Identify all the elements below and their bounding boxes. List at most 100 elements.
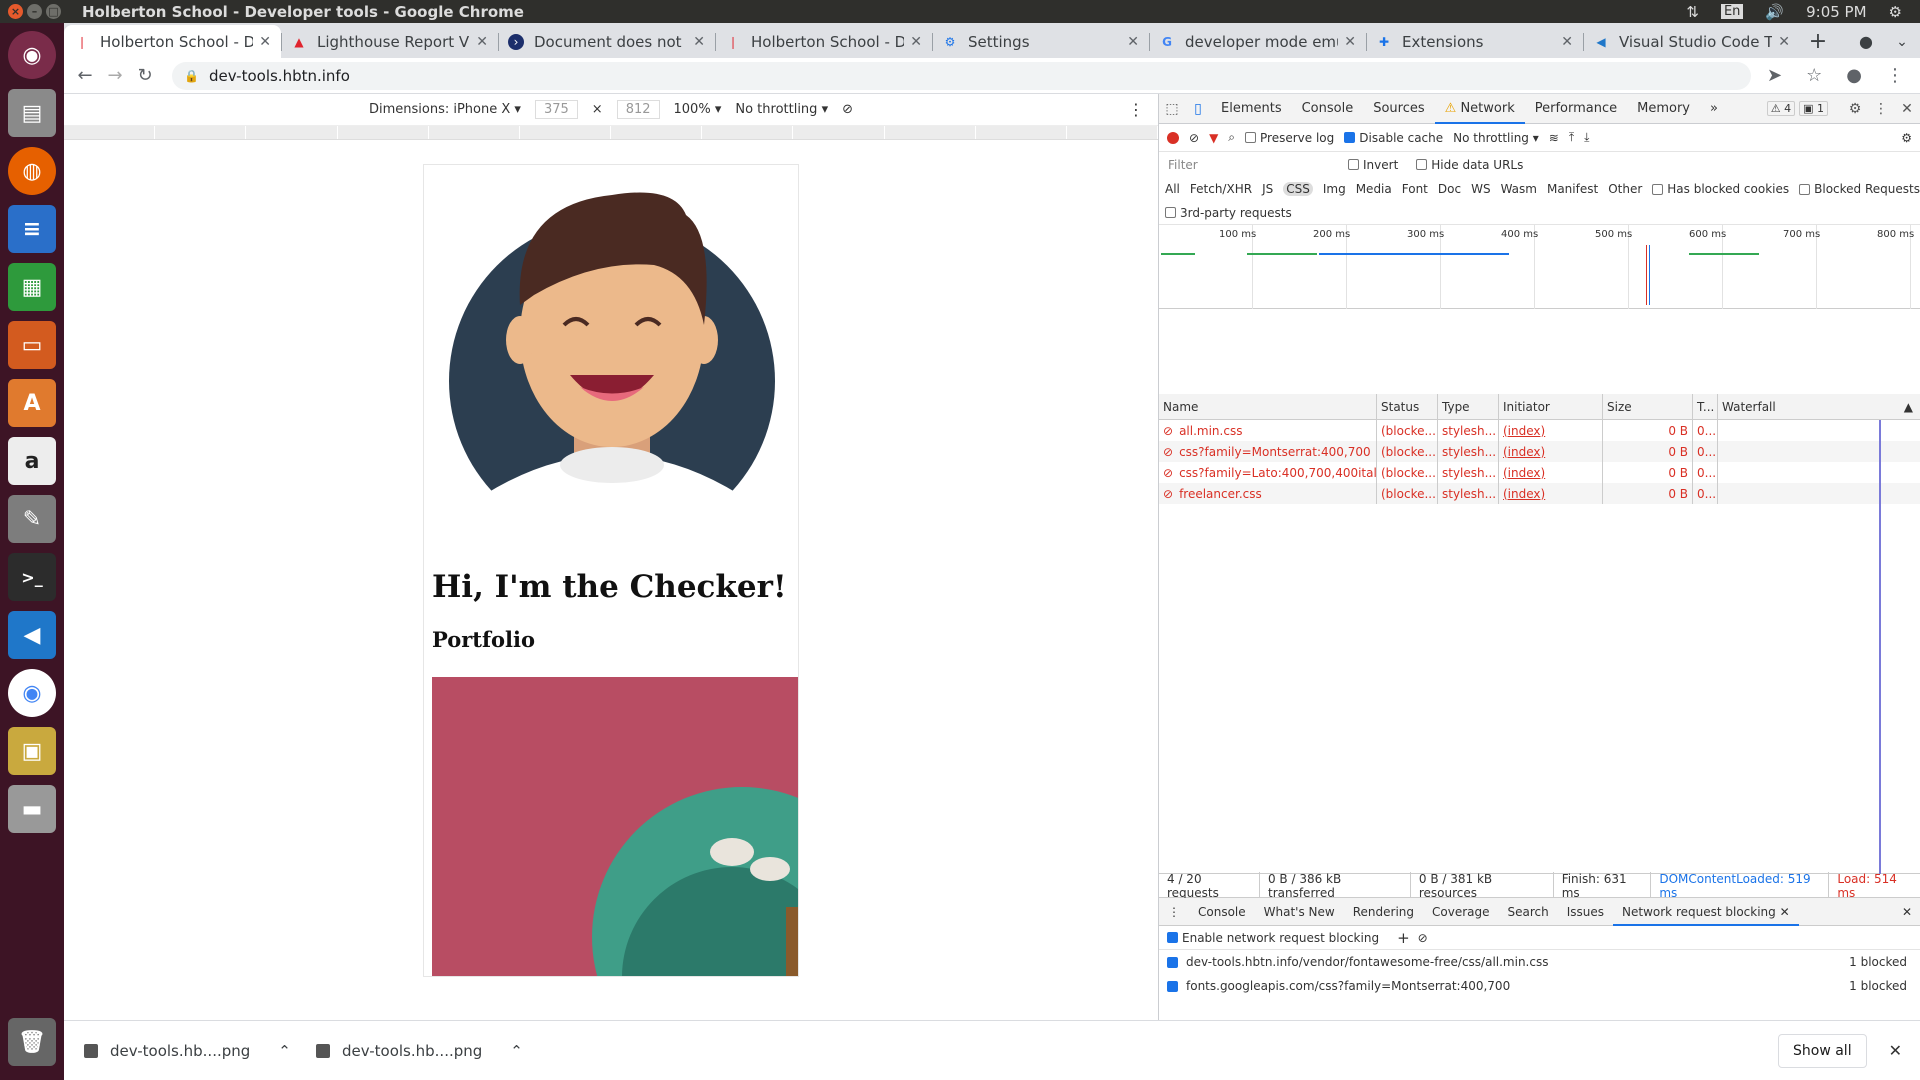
checkbox-box[interactable]: [1167, 956, 1178, 968]
type-img[interactable]: Img: [1323, 182, 1346, 196]
zoom-select[interactable]: 100% ▾: [674, 102, 722, 117]
amazon-icon[interactable]: a: [8, 437, 56, 485]
tab-google[interactable]: Gdeveloper mode emul ✕: [1149, 25, 1366, 58]
type-media[interactable]: Media: [1356, 182, 1392, 196]
table-row[interactable]: ⊘ css?family=Lato:400,700,400itali... (bl…: [1159, 462, 1920, 483]
drawer-tab-coverage[interactable]: Coverage: [1423, 898, 1499, 926]
type-fetch[interactable]: Fetch/XHR: [1190, 182, 1252, 196]
chrome-icon[interactable]: ◉: [8, 669, 56, 717]
settings-icon[interactable]: ⚙: [1842, 101, 1868, 117]
row-initiator-link[interactable]: (index): [1499, 483, 1603, 504]
menu-icon[interactable]: ⋮: [1886, 65, 1904, 86]
filter-input[interactable]: Filter: [1165, 155, 1330, 174]
invert-checkbox[interactable]: Invert: [1348, 158, 1398, 172]
forward-icon[interactable]: →: [100, 65, 130, 86]
impress-icon[interactable]: ▭: [8, 321, 56, 369]
blocked-pattern[interactable]: fonts.googleapis.com/css?family=Montserr…: [1159, 974, 1920, 998]
back-icon[interactable]: ←: [70, 65, 100, 86]
minimize-window-button[interactable]: –: [27, 4, 42, 19]
close-tab-icon[interactable]: ✕: [1778, 34, 1790, 50]
files-icon[interactable]: ▤: [8, 89, 56, 137]
chevron-down-icon[interactable]: ⌄: [1884, 25, 1920, 58]
close-tab-icon[interactable]: ✕: [1561, 34, 1573, 50]
checkbox-box[interactable]: [1167, 980, 1178, 992]
tab-holberton-active[interactable]: ❘ Holberton School - De ✕: [64, 25, 281, 58]
blocked-cookies-checkbox[interactable]: Has blocked cookies: [1652, 182, 1789, 196]
close-drawer-icon[interactable]: ✕: [1893, 898, 1920, 926]
calc-icon[interactable]: ▦: [8, 263, 56, 311]
star-icon[interactable]: ☆: [1806, 65, 1822, 86]
keyboard-language[interactable]: En: [1720, 4, 1744, 19]
wifi-icon[interactable]: ≋: [1549, 131, 1559, 145]
kebab-menu-icon[interactable]: ⋮: [1868, 101, 1894, 117]
tab-console[interactable]: Console: [1292, 94, 1364, 124]
tab-memory[interactable]: Memory: [1627, 94, 1700, 124]
tab-holberton-2[interactable]: ❘ Holberton School - De ✕: [715, 25, 932, 58]
tab-elements[interactable]: Elements: [1211, 94, 1292, 124]
close-icon[interactable]: ✕: [1780, 905, 1790, 919]
network-throttle-select[interactable]: No throttling ▾: [1453, 131, 1539, 145]
third-party-checkbox[interactable]: 3rd-party requests: [1165, 206, 1292, 220]
tab-vscode[interactable]: ◀ Visual Studio Code Tip ✕: [1583, 25, 1800, 58]
tab-extensions[interactable]: ✚ Extensions ✕: [1366, 25, 1583, 58]
system-settings-icon[interactable]: ✎: [8, 495, 56, 543]
image-viewer-icon[interactable]: ▣: [8, 727, 56, 775]
tab-document[interactable]: › Document does not ha ✕: [498, 25, 715, 58]
tab-network[interactable]: ⚠ Network: [1434, 94, 1525, 124]
col-name[interactable]: Name: [1159, 394, 1377, 419]
firefox-icon[interactable]: ◍: [8, 147, 56, 195]
search-icon[interactable]: ⌕: [1228, 130, 1235, 145]
address-bar[interactable]: 🔒 dev-tools.hbtn.info: [172, 61, 1752, 90]
device-select[interactable]: Dimensions: iPhone X ▾: [369, 102, 521, 117]
reload-icon[interactable]: ↻: [130, 65, 160, 86]
device-toggle-icon[interactable]: ▯: [1185, 101, 1211, 117]
drawer-tab-rendering[interactable]: Rendering: [1344, 898, 1423, 926]
col-type[interactable]: Type: [1438, 394, 1499, 419]
tab-sources[interactable]: Sources: [1363, 94, 1434, 124]
type-doc[interactable]: Doc: [1438, 182, 1461, 196]
table-row[interactable]: ⊘ css?family=Montserrat:400,700 (blocke..…: [1159, 441, 1920, 462]
type-wasm[interactable]: Wasm: [1501, 182, 1537, 196]
tab-performance[interactable]: Performance: [1525, 94, 1627, 124]
send-icon[interactable]: ➤: [1767, 65, 1782, 86]
table-row[interactable]: ⊘ freelancer.css (blocke... stylesh... (i…: [1159, 483, 1920, 504]
row-initiator-link[interactable]: (index): [1499, 420, 1603, 441]
drawer-tab-issues[interactable]: Issues: [1558, 898, 1613, 926]
drawer-tab-console[interactable]: Console: [1189, 898, 1255, 926]
clear-icon[interactable]: ⊘: [1189, 131, 1199, 145]
media-query-ruler[interactable]: [64, 126, 1159, 140]
type-ws[interactable]: WS: [1471, 182, 1490, 196]
disable-cache-checkbox[interactable]: Disable cache: [1344, 131, 1443, 145]
clear-patterns-icon[interactable]: ⊘: [1418, 931, 1428, 945]
vscode-icon[interactable]: ◀: [8, 611, 56, 659]
type-js[interactable]: JS: [1262, 182, 1273, 196]
network-settings-icon[interactable]: ⚙: [1901, 131, 1912, 145]
software-center-icon[interactable]: A: [8, 379, 56, 427]
more-options-icon[interactable]: ⋮: [1128, 100, 1144, 119]
col-time[interactable]: T...: [1693, 394, 1718, 419]
rotate-icon[interactable]: ⊘: [842, 102, 853, 117]
ubuntu-dash-icon[interactable]: ◉: [8, 31, 56, 79]
network-arrows-icon[interactable]: ⇅: [1686, 3, 1699, 21]
device-viewport[interactable]: Hi, I'm the Checker! Portfolio: [423, 164, 799, 977]
power-gear-icon[interactable]: ⚙: [1889, 3, 1902, 21]
width-input[interactable]: 375: [534, 100, 578, 119]
type-font[interactable]: Font: [1402, 182, 1428, 196]
download-item[interactable]: dev-tools.hb....png ⌃: [296, 1042, 528, 1060]
messages-badge[interactable]: ▣ 1: [1799, 101, 1828, 116]
trash-icon[interactable]: 🗑: [8, 1018, 56, 1066]
close-window-button[interactable]: ×: [8, 4, 23, 19]
warnings-badge[interactable]: ⚠ 4: [1766, 101, 1796, 116]
close-tab-icon[interactable]: ✕: [910, 34, 922, 50]
drawer-tab-request-blocking[interactable]: Network request blocking ✕: [1613, 898, 1799, 926]
profile-icon[interactable]: ●: [1848, 25, 1884, 58]
clock[interactable]: 9:05 PM: [1806, 3, 1866, 21]
show-all-button[interactable]: Show all: [1778, 1033, 1867, 1068]
hide-data-urls-checkbox[interactable]: Hide data URLs: [1416, 158, 1523, 172]
close-shelf-icon[interactable]: ✕: [1889, 1041, 1902, 1060]
lock-icon[interactable]: 🔒: [184, 69, 199, 83]
col-status[interactable]: Status: [1377, 394, 1438, 419]
close-tab-icon[interactable]: ✕: [1127, 34, 1139, 50]
preserve-log-checkbox[interactable]: Preserve log: [1245, 131, 1334, 145]
throttle-select[interactable]: No throttling ▾: [735, 102, 828, 117]
